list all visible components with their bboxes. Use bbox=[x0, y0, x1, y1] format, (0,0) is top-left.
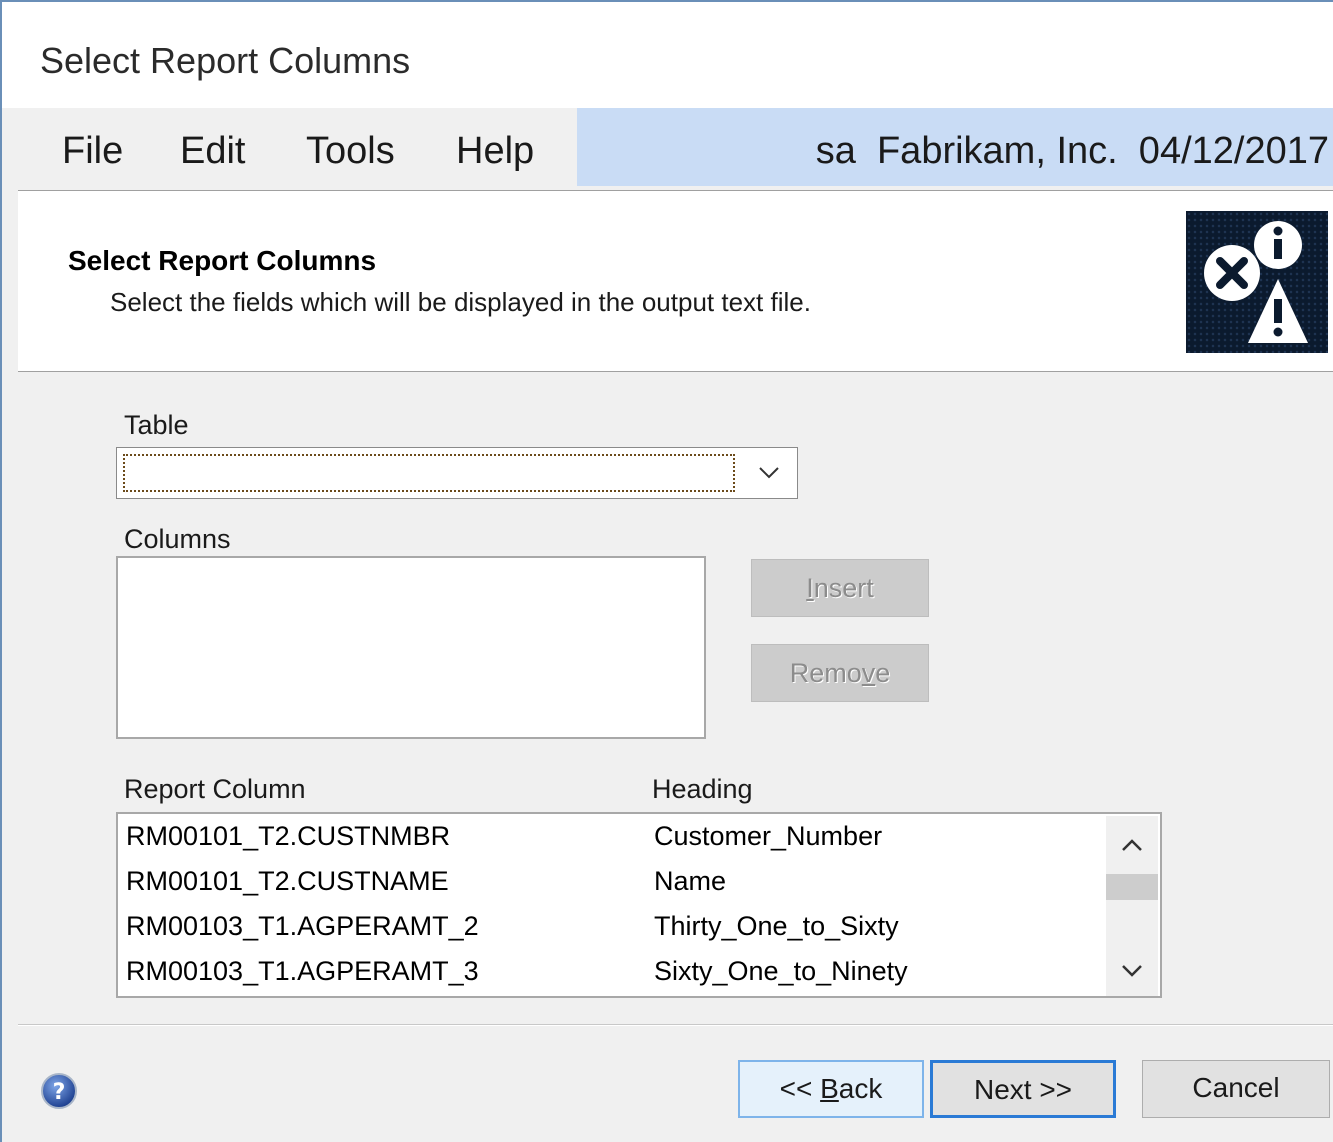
back-accel: B bbox=[820, 1073, 839, 1104]
heading-header: Heading bbox=[652, 774, 753, 804]
error-info-warning-icon bbox=[1186, 211, 1328, 353]
insert-label-post: nsert bbox=[813, 573, 874, 603]
menu-bar: File Edit Tools Help sa Fabrikam, Inc. 0… bbox=[2, 108, 1333, 186]
session-info: sa Fabrikam, Inc. 04/12/2017 bbox=[815, 130, 1329, 172]
table-dropdown[interactable] bbox=[116, 447, 798, 499]
insert-accel: I bbox=[806, 573, 814, 603]
session-info-bar: sa Fabrikam, Inc. 04/12/2017 bbox=[577, 108, 1333, 186]
table-dropdown-value[interactable] bbox=[123, 454, 735, 492]
menu-edit[interactable]: Edit bbox=[180, 130, 245, 173]
columns-label: Columns bbox=[124, 524, 231, 554]
next-button[interactable]: Next >> bbox=[930, 1060, 1116, 1118]
heading-cell: Name bbox=[654, 866, 727, 896]
window-title: Select Report Columns bbox=[40, 40, 411, 81]
remove-label-post: e bbox=[875, 658, 891, 688]
remove-accel: v bbox=[861, 658, 876, 688]
back-label-post: ack bbox=[838, 1073, 883, 1104]
report-column-header: Report Column bbox=[124, 774, 306, 804]
menu-file[interactable]: File bbox=[62, 130, 123, 173]
table-row[interactable]: RM00103_T1.AGPERAMT_2 Thirty_One_to_Sixt… bbox=[126, 904, 1106, 948]
chevron-down-icon[interactable] bbox=[755, 458, 783, 486]
select-report-columns-window: Select Report Columns File Edit Tools He… bbox=[0, 0, 1333, 1142]
header-title: Select Report Columns bbox=[68, 245, 377, 276]
scrollbar-thumb[interactable] bbox=[1106, 874, 1158, 900]
title-bar: Select Report Columns bbox=[2, 2, 1333, 108]
svg-text:?: ? bbox=[53, 1080, 66, 1105]
back-button[interactable]: << Back bbox=[738, 1060, 924, 1118]
cancel-button[interactable]: Cancel bbox=[1142, 1060, 1330, 1118]
report-columns-grid[interactable]: RM00101_T2.CUSTNMBR Customer_Number RM00… bbox=[116, 812, 1162, 998]
table-label: Table bbox=[124, 410, 189, 440]
chevron-down-icon[interactable] bbox=[1116, 954, 1148, 986]
columns-listbox[interactable] bbox=[116, 556, 706, 739]
table-row[interactable]: RM00101_T2.CUSTNAME Name bbox=[126, 859, 1106, 903]
help-icon[interactable]: ? bbox=[40, 1072, 78, 1110]
table-row[interactable]: RM00103_T1.AGPERAMT_3 Sixty_One_to_Ninet… bbox=[126, 949, 1106, 993]
footer-separator bbox=[18, 1024, 1333, 1026]
back-label-pre: << bbox=[779, 1073, 821, 1104]
remove-label-pre: Remo bbox=[789, 658, 862, 688]
heading-cell: Sixty_One_to_Ninety bbox=[654, 956, 908, 986]
chevron-up-icon[interactable] bbox=[1116, 830, 1148, 862]
menu-help[interactable]: Help bbox=[456, 130, 534, 173]
menu-tools[interactable]: Tools bbox=[306, 130, 395, 173]
report-column-cell: RM00101_T2.CUSTNMBR bbox=[126, 821, 451, 851]
remove-button[interactable]: Remove bbox=[751, 644, 929, 702]
table-row[interactable]: RM00101_T2.CUSTNMBR Customer_Number bbox=[126, 814, 1106, 858]
report-column-cell: RM00103_T1.AGPERAMT_3 bbox=[126, 956, 479, 986]
report-column-cell: RM00103_T1.AGPERAMT_2 bbox=[126, 911, 479, 941]
header-subtitle: Select the fields which will be displaye… bbox=[110, 287, 811, 317]
wizard-header: Select Report Columns Select the fields … bbox=[18, 190, 1333, 372]
report-column-cell: RM00101_T2.CUSTNAME bbox=[126, 866, 449, 896]
vertical-scrollbar[interactable] bbox=[1106, 816, 1158, 996]
insert-button[interactable]: Insert bbox=[751, 559, 929, 617]
heading-cell: Thirty_One_to_Sixty bbox=[654, 911, 899, 941]
heading-cell: Customer_Number bbox=[654, 821, 883, 851]
